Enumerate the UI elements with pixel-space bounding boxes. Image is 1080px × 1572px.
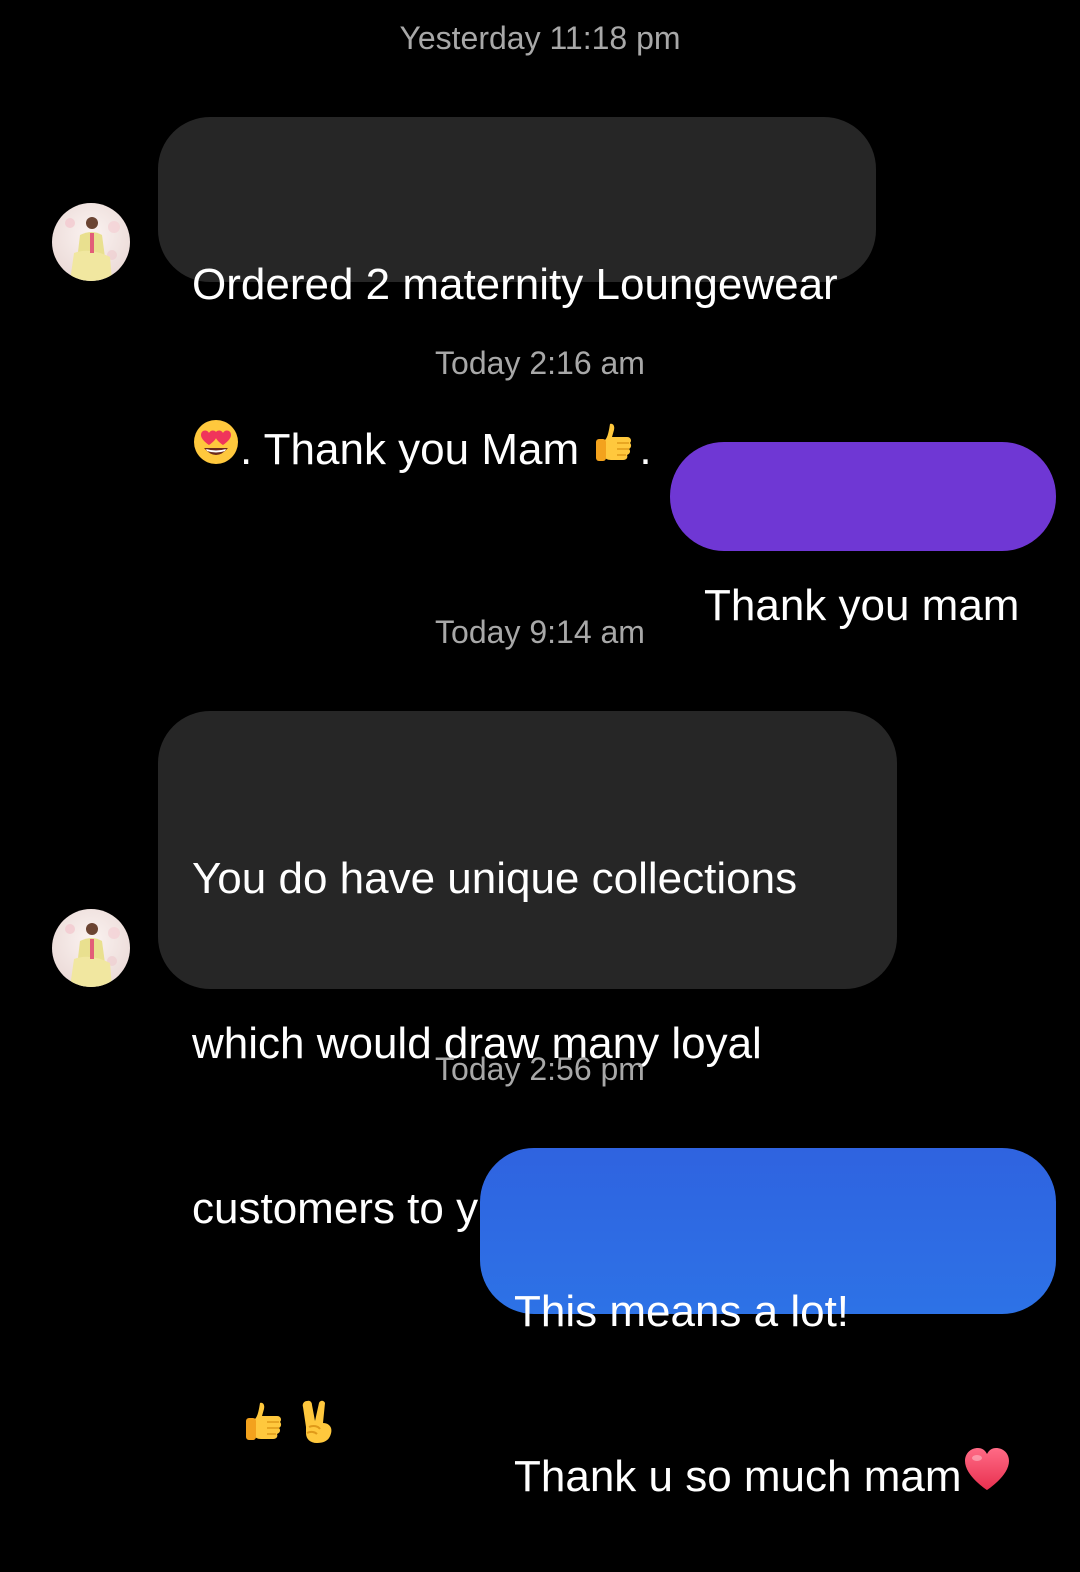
timestamp: Today 2:16 am	[435, 345, 645, 381]
message-line: Thank u so much mam	[514, 1446, 1022, 1509]
message-line: This means a lot!	[514, 1287, 850, 1336]
thumbs-up-emoji-icon	[591, 418, 639, 479]
timestamp: Today 2:56 pm	[435, 1051, 645, 1087]
avatar[interactable]	[52, 909, 130, 987]
message-line: You do have unique collections	[192, 854, 798, 903]
outgoing-message-bubble[interactable]: This means a lot! Thank u so much mam	[480, 1148, 1056, 1501]
outgoing-message-bubble[interactable]: Thank you mam	[670, 442, 1056, 630]
timestamp: Today 9:14 am	[435, 614, 645, 650]
heart-eyes-emoji-icon	[192, 418, 240, 479]
timestamp: Yesterday 11:18 pm	[399, 20, 681, 56]
incoming-message-bubble[interactable]: You do have unique collections which wou…	[158, 711, 897, 1443]
victory-hand-emoji-icon	[297, 1397, 341, 1458]
avatar[interactable]	[52, 203, 130, 281]
message-line: Ordered 2 maternity Loungewear	[192, 260, 838, 309]
incoming-message-bubble[interactable]: Ordered 2 maternity Loungewear . Thank y…	[158, 117, 876, 474]
red-heart-emoji-icon	[962, 1446, 1012, 1505]
thumbs-up-emoji-icon	[241, 1397, 289, 1458]
